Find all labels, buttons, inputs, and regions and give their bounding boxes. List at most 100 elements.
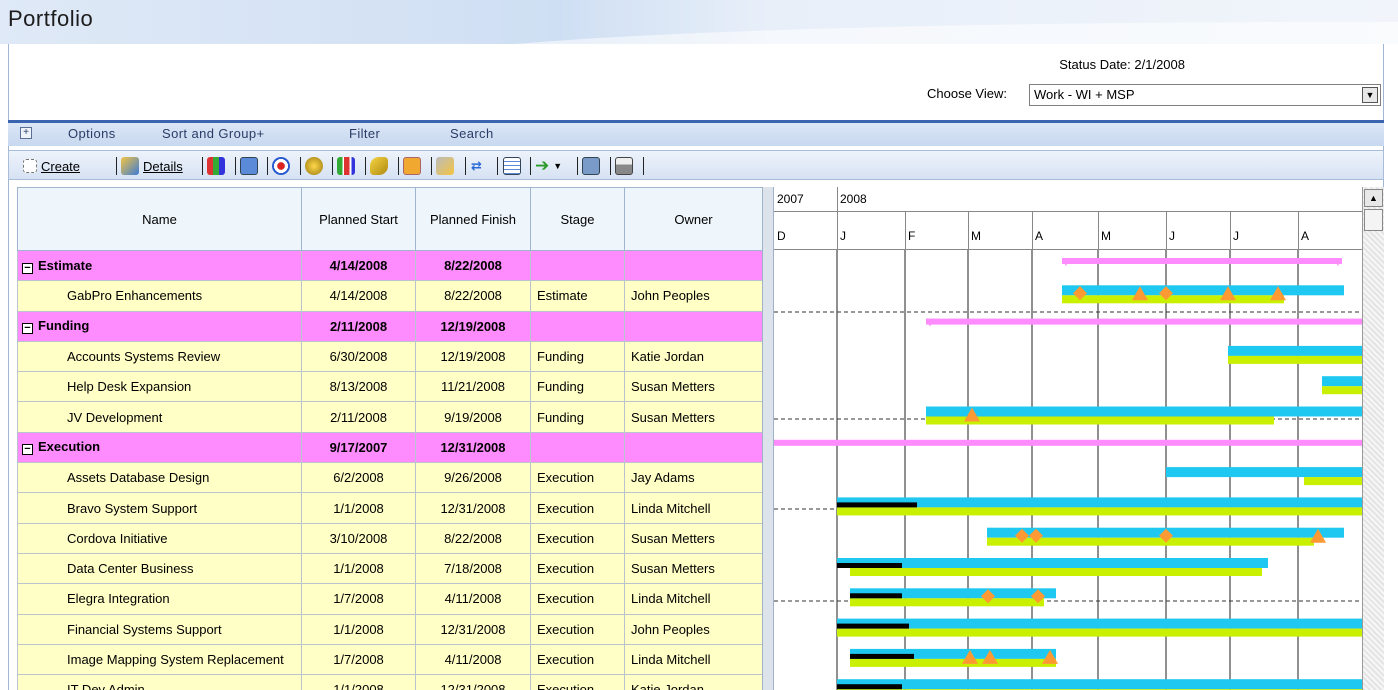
cell-planned-start[interactable]: 3/10/2008 (301, 522, 416, 554)
table-row[interactable]: Elegra Integration 1/7/2008 4/11/2008 Execu… (17, 583, 762, 615)
cell-name[interactable]: IT Dev Admin (17, 674, 302, 690)
column-header-owner[interactable]: Owner (624, 187, 762, 251)
cell-name[interactable]: − Funding (17, 310, 302, 342)
table-row[interactable]: JV Development 2/11/2008 9/19/2008 Funding S… (17, 401, 762, 433)
cell-planned-finish[interactable]: 9/19/2008 (415, 401, 531, 433)
cell-planned-start[interactable]: 1/1/2008 (301, 674, 416, 690)
table-row[interactable]: Bravo System Support 1/1/2008 12/31/2008 Ex… (17, 492, 762, 524)
cell-planned-finish[interactable]: 12/19/2008 (415, 340, 531, 373)
cell-name[interactable]: Elegra Integration (17, 583, 302, 615)
cell-planned-start[interactable]: 2/11/2008 (301, 401, 416, 433)
cell-name[interactable]: Image Mapping System Replacement (17, 643, 302, 676)
table-row[interactable]: Data Center Business 1/1/2008 7/18/2008 Exe… (17, 552, 762, 585)
cell-name[interactable]: GabPro Enhancements (17, 280, 302, 312)
cell-stage[interactable]: Execution (530, 552, 625, 585)
cell-name[interactable]: Assets Database Design (17, 462, 302, 494)
target-button[interactable] (272, 156, 290, 176)
cell-name[interactable]: Data Center Business (17, 552, 302, 585)
cell-stage[interactable]: Execution (530, 674, 625, 690)
collapse-icon[interactable]: − (22, 323, 33, 335)
cell-name[interactable]: − Estimate (17, 249, 302, 282)
graph-button[interactable] (337, 156, 355, 176)
table-row[interactable]: Help Desk Expansion 8/13/2008 11/21/2008 Fu… (17, 371, 762, 403)
chart-icon[interactable] (207, 156, 225, 176)
refresh-button[interactable]: ⇄ (471, 156, 482, 176)
cell-owner[interactable]: Susan Metters (624, 371, 762, 403)
table-button[interactable] (503, 156, 521, 176)
cell-stage[interactable]: Execution (530, 522, 625, 554)
scroll-up-icon[interactable]: ▲ (1364, 189, 1383, 207)
cell-stage[interactable]: Funding (530, 371, 625, 403)
cell-name[interactable]: Cordova Initiative (17, 522, 302, 554)
choose-view-select[interactable]: Work - WI + MSP ▼ (1029, 84, 1381, 106)
cell-planned-start[interactable]: 8/13/2008 (301, 371, 416, 403)
cell-owner[interactable]: Linda Mitchell (624, 643, 762, 676)
cell-stage[interactable]: Execution (530, 492, 625, 524)
cell-planned-finish[interactable]: 12/31/2008 (415, 674, 531, 690)
cell-planned-finish[interactable]: 11/21/2008 (415, 371, 531, 403)
plus-box-icon[interactable]: + (20, 127, 32, 139)
cell-stage[interactable]: Execution (530, 643, 625, 676)
edit-button[interactable] (436, 156, 454, 176)
group-row[interactable]: − Execution 9/17/2007 12/31/2008 (17, 431, 762, 464)
table-row[interactable]: Financial Systems Support 1/1/2008 12/31/2… (17, 613, 762, 645)
cell-planned-start[interactable]: 6/30/2008 (301, 340, 416, 373)
cell-owner[interactable]: John Peoples (624, 280, 762, 312)
cell-planned-finish[interactable]: 9/26/2008 (415, 462, 531, 494)
cell-planned-start[interactable]: 1/1/2008 (301, 552, 416, 585)
cell-planned-start[interactable]: 1/1/2008 (301, 492, 416, 524)
cell-planned-start[interactable]: 1/7/2008 (301, 583, 416, 615)
table-row[interactable]: Accounts Systems Review 6/30/2008 12/19/20… (17, 340, 762, 373)
scroll-thumb[interactable] (1364, 209, 1383, 231)
cell-planned-start[interactable]: 4/14/2008 (301, 249, 416, 282)
cell-owner[interactable]: Susan Metters (624, 522, 762, 554)
cell-name[interactable]: JV Development (17, 401, 302, 433)
cell-owner[interactable]: Linda Mitchell (624, 583, 762, 615)
print-button[interactable] (615, 156, 633, 176)
menu-options[interactable]: Options (68, 126, 116, 141)
cell-planned-finish[interactable]: 8/22/2008 (415, 522, 531, 554)
cell-planned-finish[interactable]: 12/31/2008 (415, 613, 531, 645)
cell-planned-finish[interactable]: 12/19/2008 (415, 310, 531, 342)
column-header-stage[interactable]: Stage (530, 187, 625, 251)
cell-owner[interactable]: Susan Metters (624, 552, 762, 585)
cell-stage[interactable] (530, 249, 625, 282)
cell-stage[interactable]: Funding (530, 340, 625, 373)
cell-planned-finish[interactable]: 12/31/2008 (415, 431, 531, 464)
table-row[interactable]: GabPro Enhancements 4/14/2008 8/22/2008 Est… (17, 280, 762, 312)
cell-planned-finish[interactable]: 8/22/2008 (415, 280, 531, 312)
cell-name[interactable]: Help Desk Expansion (17, 371, 302, 403)
cell-planned-start[interactable]: 1/1/2008 (301, 613, 416, 645)
cell-planned-start[interactable]: 4/14/2008 (301, 280, 416, 312)
column-header-name[interactable]: Name (17, 187, 302, 251)
cell-owner[interactable] (624, 431, 762, 464)
collapse-icon[interactable]: − (22, 262, 33, 274)
cell-stage[interactable]: Execution (530, 462, 625, 494)
cell-planned-start[interactable]: 9/17/2007 (301, 431, 416, 464)
note-button[interactable] (403, 156, 421, 176)
money-button[interactable] (305, 156, 323, 176)
menu-filter[interactable]: Filter (349, 126, 380, 141)
table-row[interactable]: Assets Database Design 6/2/2008 9/26/2008 E… (17, 462, 762, 494)
cell-planned-start[interactable]: 2/11/2008 (301, 310, 416, 342)
menu-search[interactable]: Search (450, 126, 494, 141)
cell-name[interactable]: Accounts Systems Review (17, 340, 302, 373)
cell-owner[interactable]: Jay Adams (624, 462, 762, 494)
cell-planned-finish[interactable]: 4/11/2008 (415, 583, 531, 615)
table-row[interactable]: IT Dev Admin 1/1/2008 12/31/2008 Execution K… (17, 674, 762, 690)
details-button[interactable]: Details (121, 156, 183, 176)
create-button[interactable]: Create (23, 156, 80, 176)
arrow-down-button[interactable]: ➔ ▼ (535, 156, 562, 176)
cell-name[interactable]: Financial Systems Support (17, 613, 302, 645)
cell-owner[interactable]: Katie Jordan (624, 340, 762, 373)
group-row[interactable]: − Estimate 4/14/2008 8/22/2008 (17, 249, 762, 282)
cell-planned-finish[interactable]: 7/18/2008 (415, 552, 531, 585)
cell-name[interactable]: Bravo System Support (17, 492, 302, 524)
pane-splitter[interactable] (762, 187, 774, 690)
table-row[interactable]: Cordova Initiative 3/10/2008 8/22/2008 Exec… (17, 522, 762, 554)
cell-planned-finish[interactable]: 8/22/2008 (415, 249, 531, 282)
cell-stage[interactable]: Funding (530, 401, 625, 433)
column-header-planned-start[interactable]: Planned Start (301, 187, 416, 251)
cell-stage[interactable] (530, 431, 625, 464)
cell-owner[interactable]: Katie Jordan (624, 674, 762, 690)
